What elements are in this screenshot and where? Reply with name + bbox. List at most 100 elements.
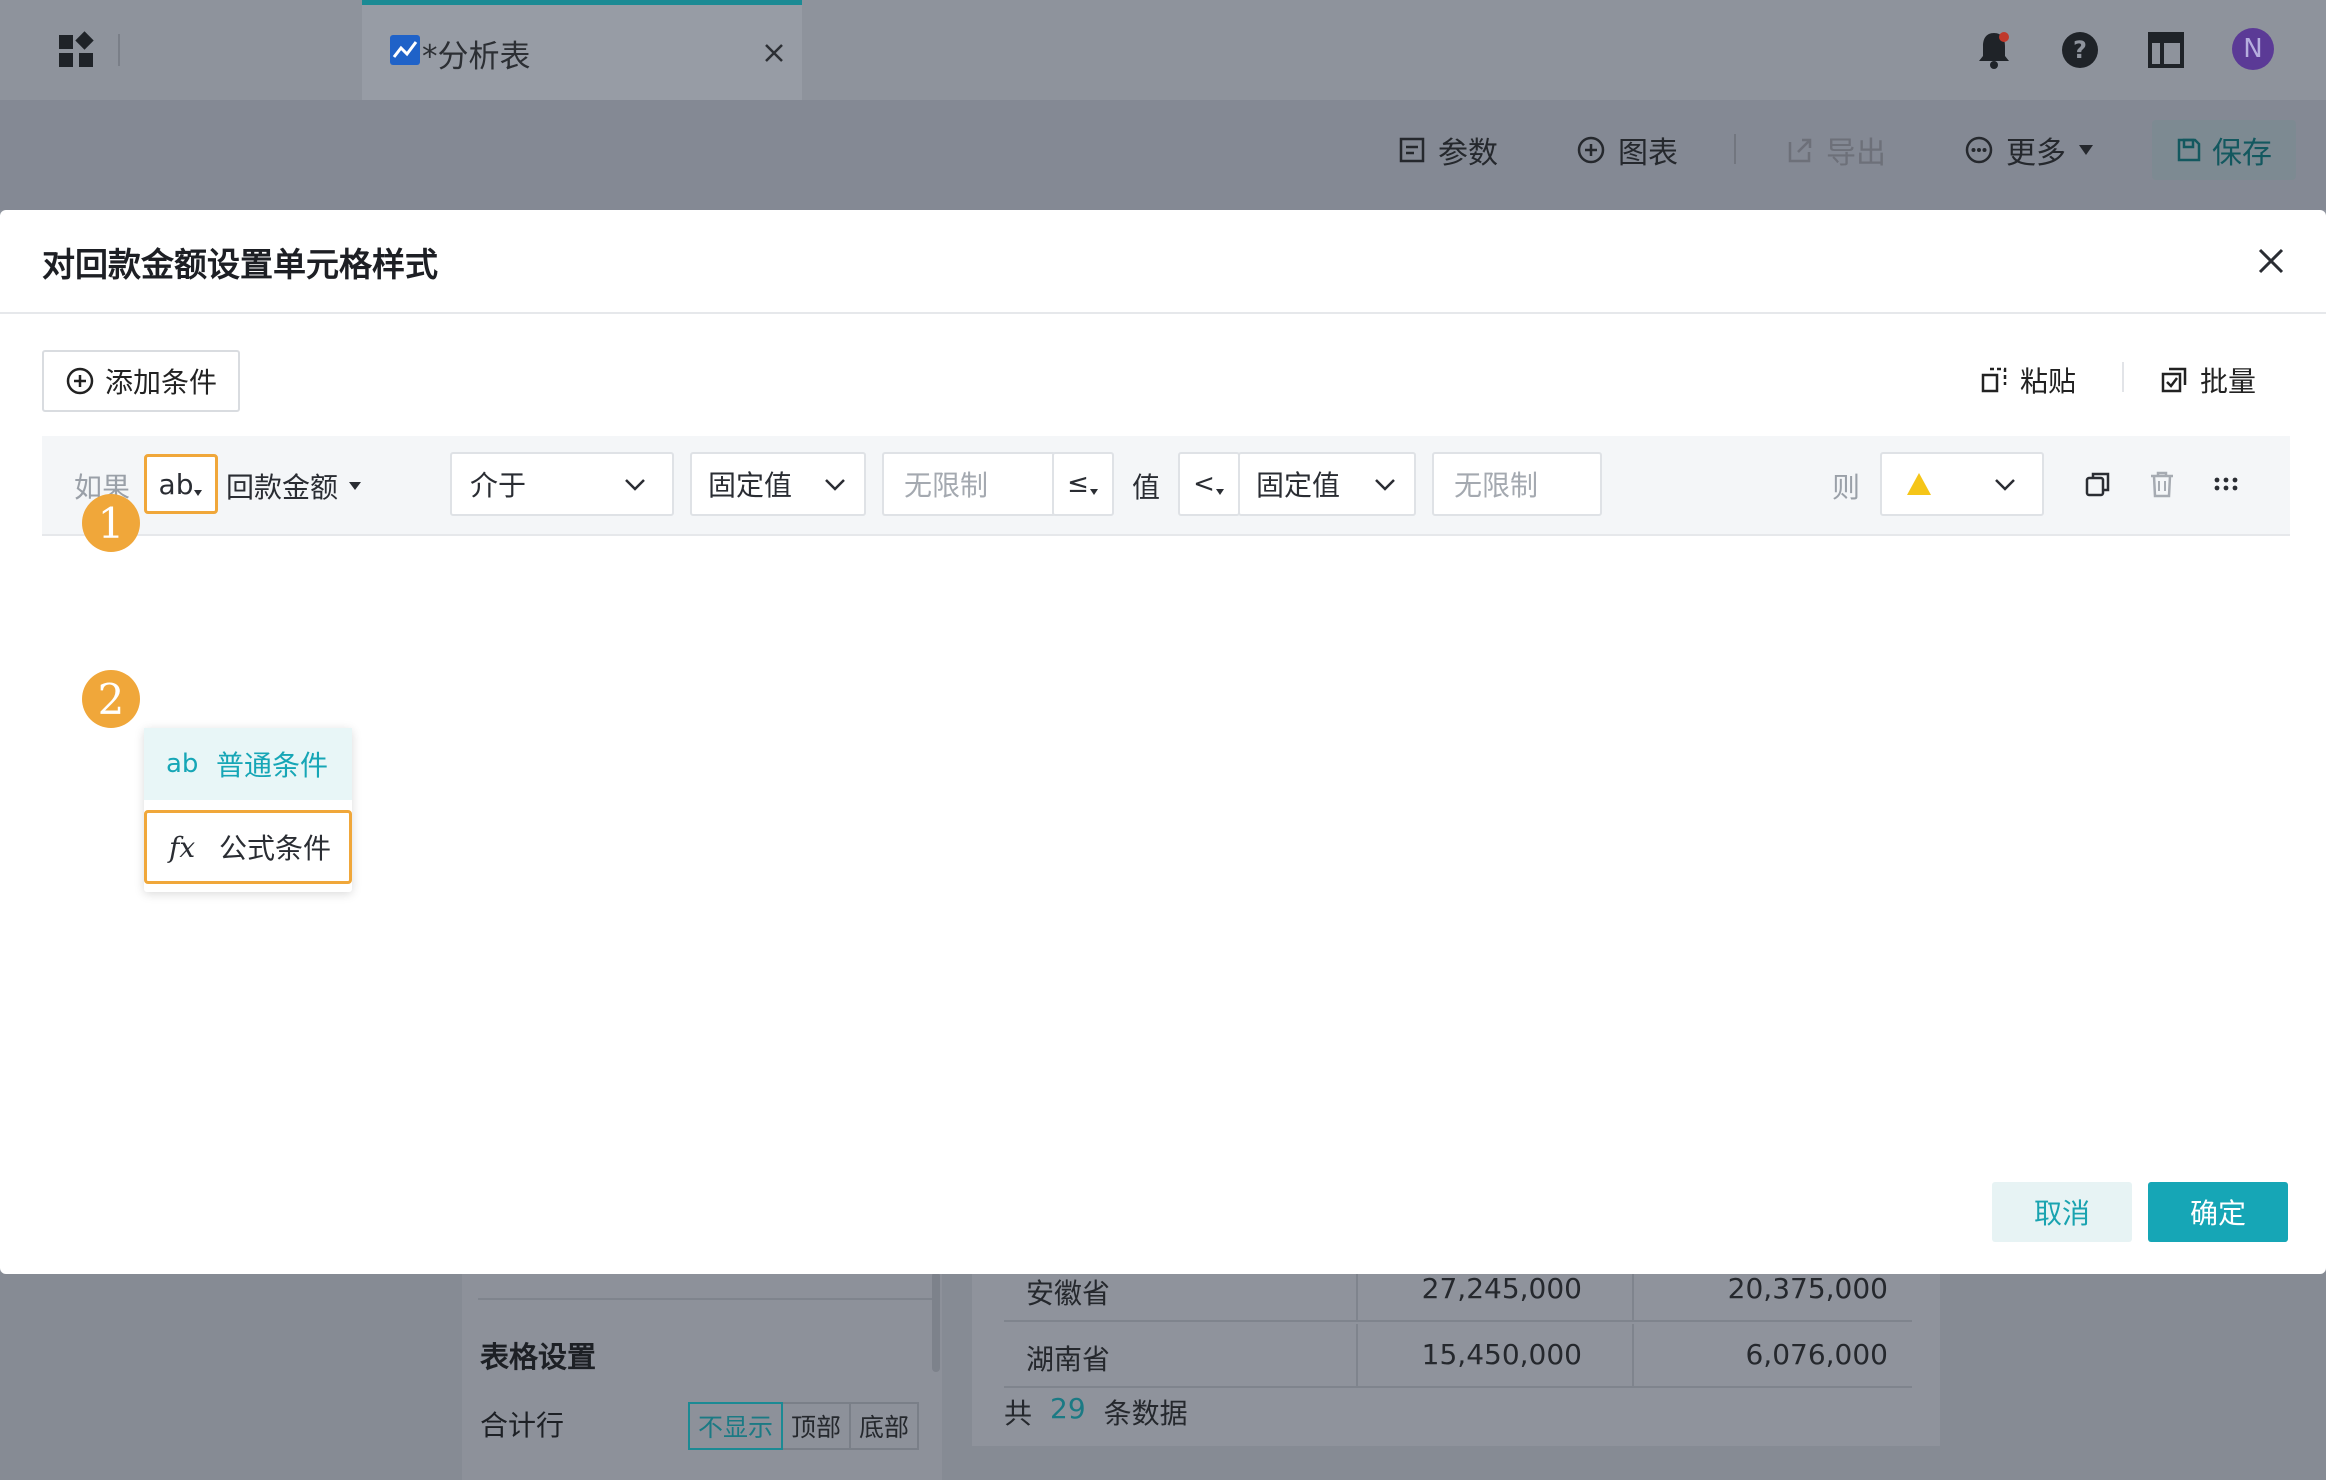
col-divider (1632, 1324, 1634, 1388)
avatar-initial: N (2243, 34, 2263, 64)
params-label: 参数 (1438, 136, 1498, 171)
divider (2122, 362, 2124, 392)
drag-handle-icon[interactable] (2210, 468, 2242, 500)
ok-label: 确定 (2189, 1197, 2246, 1230)
menu-item-label: 普通条件 (216, 749, 329, 782)
dialog-title: 对回款金额设置单元格样式 (42, 245, 438, 284)
row-count-prefix: 共 (1004, 1397, 1033, 1430)
ab-icon: ab (166, 749, 199, 779)
caret-down-icon (349, 482, 362, 490)
right-value-input[interactable]: 无限制 (1432, 452, 1602, 516)
cancel-label: 取消 (2033, 1197, 2090, 1230)
menu-item-formula-condition[interactable]: fx 公式条件 (144, 810, 352, 884)
operator-value: 介于 (470, 469, 527, 502)
total-row-segmented: 不显示 顶部 底部 (688, 1402, 920, 1450)
left-value-input[interactable]: 无限制 (882, 452, 1056, 516)
more-button[interactable]: 更多 (1964, 128, 2094, 172)
cell-value-1: 15,450,000 (1421, 1338, 1582, 1371)
copy-condition-icon[interactable] (2082, 468, 2114, 500)
paste-label: 粘贴 (2020, 365, 2077, 398)
operator-select[interactable]: 介于 (450, 452, 674, 516)
small-caret-icon (194, 490, 203, 496)
dialog-close-icon[interactable] (2254, 244, 2288, 278)
step-badge-number: 2 (97, 674, 125, 724)
field-selector[interactable]: 回款金额 (226, 466, 362, 506)
ok-button[interactable]: 确定 (2148, 1182, 2288, 1242)
fx-icon: fx (169, 830, 196, 864)
small-caret-icon (1089, 489, 1098, 495)
step-badge-1: 1 (82, 494, 140, 552)
bell-icon[interactable] (1972, 28, 2016, 72)
condition-type-label: ab (158, 467, 194, 501)
more-icon (1965, 136, 1993, 164)
left-value-placeholder: 无限制 (904, 469, 989, 502)
left-compare-select[interactable]: ≤ (1052, 452, 1114, 516)
tab-title: *分析表 (422, 39, 531, 75)
condition-row: 如果 ab 回款金额 介于 固定值 无限制 ≤ 值 < 固定值 无限制 则 (42, 436, 2290, 536)
left-mode-value: 固定值 (708, 469, 793, 502)
avatar[interactable]: N (2232, 28, 2274, 70)
panel-divider (478, 1298, 938, 1300)
menu-item-normal-condition[interactable]: ab 普通条件 (144, 728, 352, 800)
step-badge-number: 1 (97, 498, 125, 548)
chart-button[interactable]: 图表 (1576, 128, 1678, 172)
total-row-option-hidden[interactable]: 不显示 (688, 1402, 784, 1450)
params-button[interactable]: 参数 (1398, 128, 1498, 172)
chevron-down-icon (1375, 479, 1395, 491)
condition-type-menu: ab 普通条件 fx 公式条件 (144, 728, 352, 892)
cell-value-2: 20,375,000 (1727, 1272, 1888, 1305)
right-compare-select[interactable]: < (1178, 452, 1240, 516)
table-settings-title: 表格设置 (480, 1340, 597, 1374)
svg-text:?: ? (2073, 36, 2087, 64)
export-button[interactable]: 导出 (1786, 128, 1886, 172)
right-mode-select[interactable]: 固定值 (1238, 452, 1416, 516)
style-select[interactable] (1880, 452, 2044, 516)
batch-label: 批量 (2200, 365, 2257, 398)
layout-icon[interactable] (2144, 28, 2188, 72)
total-row-option-bottom[interactable]: 底部 (851, 1402, 920, 1450)
save-icon (2177, 138, 2201, 162)
add-condition-label: 添加条件 (104, 366, 217, 399)
total-row-label: 合计行 (480, 1409, 565, 1442)
add-circle-icon (66, 367, 94, 395)
tab-analysis-table[interactable]: *分析表 (362, 0, 802, 100)
paste-icon (1981, 367, 2007, 393)
analysis-chart-icon (390, 35, 420, 65)
menu-item-label: 公式条件 (219, 832, 332, 865)
cell-style-dialog: 对回款金额设置单元格样式 添加条件 粘贴 批量 如果 ab 回款金额 介于 固定… (0, 210, 2326, 1274)
data-table: 安徽省 27,245,000 20,375,000 湖南省 15,450,000… (972, 1262, 1940, 1446)
cell-province: 湖南省 (1026, 1343, 1111, 1376)
right-compare-value: < (1193, 469, 1215, 499)
col-divider (1356, 1324, 1358, 1388)
panel-scrollbar[interactable] (932, 1272, 940, 1372)
left-mode-select[interactable]: 固定值 (690, 452, 866, 516)
row-count-value: 29 (1050, 1392, 1086, 1425)
save-label: 保存 (2212, 136, 2272, 171)
row-count-suffix: 条数据 (1103, 1397, 1188, 1430)
chart-label: 图表 (1618, 136, 1678, 171)
params-icon (1399, 137, 1425, 163)
delete-condition-icon[interactable] (2146, 468, 2178, 500)
batch-check-icon (2161, 367, 2187, 393)
left-compare-value: ≤ (1067, 469, 1089, 499)
help-icon[interactable]: ? (2058, 28, 2102, 72)
step-badge-2: 2 (82, 670, 140, 728)
total-row-option-top[interactable]: 顶部 (783, 1402, 852, 1450)
field-name: 回款金额 (226, 471, 339, 504)
add-condition-button[interactable]: 添加条件 (42, 350, 240, 412)
paste-button[interactable]: 粘贴 (1980, 360, 2076, 400)
more-label: 更多 (2006, 136, 2066, 171)
cell-province: 安徽省 (1026, 1277, 1111, 1310)
save-button[interactable]: 保存 (2152, 120, 2296, 180)
divider (118, 34, 120, 66)
title-divider (0, 312, 2326, 314)
chevron-down-icon (825, 479, 845, 491)
row-count: 共 29 条数据 (1004, 1392, 1188, 1432)
export-label: 导出 (1826, 136, 1886, 171)
chevron-down-icon (1995, 479, 2015, 491)
tab-close-icon[interactable] (760, 39, 788, 67)
cancel-button[interactable]: 取消 (1992, 1182, 2132, 1242)
batch-button[interactable]: 批量 (2160, 360, 2256, 400)
apps-icon[interactable] (56, 30, 96, 70)
condition-type-button[interactable]: ab (144, 454, 218, 514)
